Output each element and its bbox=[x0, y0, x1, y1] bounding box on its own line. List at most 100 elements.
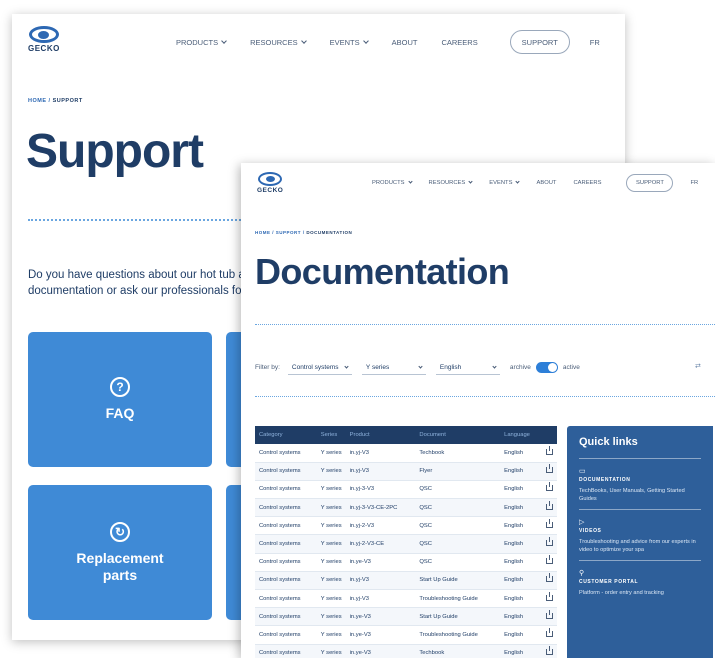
download-cell[interactable] bbox=[541, 444, 557, 463]
table-row[interactable]: Control systems Y series in.yj-2-V3 QSC Engl… bbox=[255, 516, 557, 536]
download-icon[interactable] bbox=[545, 464, 553, 474]
cell-document: Start Up Guide bbox=[415, 571, 501, 591]
table-row[interactable]: Control systems Y series in.yj-3-V3-CE-2PC… bbox=[255, 498, 557, 518]
cell-category: Control systems bbox=[255, 534, 317, 554]
breadcrumb-home[interactable]: HOME bbox=[28, 98, 47, 104]
chevron-down-icon bbox=[221, 37, 227, 44]
cell-category: Control systems bbox=[255, 462, 317, 481]
table-row[interactable]: Control systems Y series in.yj-V3 Flyer Engl… bbox=[255, 462, 557, 481]
cell-product: in.ye-V3 bbox=[345, 607, 416, 627]
replacement-parts-tile[interactable]: ↻ Replacement parts bbox=[28, 485, 212, 620]
quick-link-customer-portal[interactable]: ⚲ CUSTOMER PORTAL Platform - order entry… bbox=[579, 569, 701, 598]
download-cell[interactable] bbox=[541, 625, 557, 645]
cell-series: Y series bbox=[316, 607, 346, 627]
col-category[interactable]: Category bbox=[255, 426, 317, 444]
language-select[interactable]: English bbox=[435, 360, 500, 375]
cell-category: Control systems bbox=[255, 444, 317, 463]
gecko-logo[interactable]: GECKO bbox=[257, 172, 283, 194]
quick-links-title: Quick links bbox=[579, 436, 638, 448]
breadcrumb-home[interactable]: HOME bbox=[255, 230, 271, 235]
nav-products[interactable]: PRODUCTS bbox=[176, 37, 227, 47]
download-icon[interactable] bbox=[545, 627, 553, 637]
intro-text: Do you have questions about our hot tub … bbox=[28, 269, 257, 297]
cell-document: QSC bbox=[415, 534, 501, 554]
table-row[interactable]: Control systems Y series in.yj-V3 Troublesh… bbox=[255, 589, 557, 609]
nav-resources[interactable]: RESOURCES bbox=[250, 38, 307, 47]
chevron-down-icon bbox=[515, 179, 521, 184]
download-icon[interactable] bbox=[545, 646, 553, 656]
series-select[interactable]: Y series bbox=[361, 360, 426, 375]
quick-link-videos[interactable]: ▷ VIDEOS Troubleshooting and advice from… bbox=[579, 518, 701, 554]
language-switch[interactable]: FR bbox=[690, 180, 698, 186]
download-cell[interactable] bbox=[541, 516, 557, 536]
nav-careers[interactable]: CAREERS bbox=[441, 38, 477, 47]
col-product[interactable]: Product bbox=[345, 426, 416, 444]
nav-about[interactable]: ABOUT bbox=[392, 38, 418, 47]
breadcrumb-current: DOCUMENTATION bbox=[306, 230, 353, 235]
download-icon[interactable] bbox=[545, 591, 553, 601]
table-row[interactable]: Control systems Y series in.yj-V3 Start Up … bbox=[255, 571, 557, 591]
download-cell[interactable] bbox=[541, 589, 557, 609]
download-icon[interactable] bbox=[545, 445, 553, 455]
col-language[interactable]: Language bbox=[500, 426, 542, 444]
documents-table: Category Series Product Document Languag… bbox=[255, 426, 557, 658]
table-row[interactable]: Control systems Y series in.ye-V3 Start Up … bbox=[255, 607, 557, 627]
nav-resources[interactable]: RESOURCES bbox=[429, 179, 473, 186]
table-row[interactable]: Control systems Y series in.yj-V3 Techbook E… bbox=[255, 444, 557, 463]
col-document[interactable]: Document bbox=[415, 426, 501, 444]
download-icon[interactable] bbox=[545, 500, 553, 510]
cell-document: QSC bbox=[415, 553, 501, 572]
cell-language: English bbox=[500, 516, 542, 536]
brand-name: GECKO bbox=[257, 187, 284, 194]
cell-product: in.yj-V3 bbox=[345, 589, 416, 609]
table-row[interactable]: Control systems Y series in.ye-V3 Techbook E… bbox=[255, 644, 557, 658]
download-icon[interactable] bbox=[545, 555, 553, 565]
download-cell[interactable] bbox=[541, 498, 557, 518]
col-series[interactable]: Series bbox=[316, 426, 346, 444]
dotted-divider bbox=[255, 396, 715, 397]
category-select[interactable]: Control systems bbox=[287, 360, 352, 375]
toggle-knob bbox=[547, 363, 557, 372]
download-icon[interactable] bbox=[545, 537, 553, 547]
user-icon: ⚲ bbox=[579, 570, 585, 577]
support-button[interactable]: SUPPORT bbox=[626, 174, 674, 192]
cell-product: in.yj-2-V3 bbox=[345, 516, 416, 536]
main-nav: PRODUCTS RESOURCES EVENTS ABOUT CAREERS … bbox=[176, 30, 600, 54]
download-cell[interactable] bbox=[541, 480, 557, 500]
faq-tile[interactable]: ? FAQ bbox=[28, 332, 212, 467]
gecko-logo[interactable]: GECKO bbox=[28, 26, 60, 53]
support-button[interactable]: SUPPORT bbox=[509, 30, 570, 54]
table-row[interactable]: Control systems Y series in.yj-2-V3-CE QSC E… bbox=[255, 534, 557, 554]
download-cell[interactable] bbox=[541, 571, 557, 591]
cell-series: Y series bbox=[316, 534, 346, 554]
nav-careers[interactable]: CAREERS bbox=[573, 180, 601, 186]
nav-products[interactable]: PRODUCTS bbox=[372, 179, 413, 186]
download-cell[interactable] bbox=[541, 534, 557, 554]
download-icon[interactable] bbox=[545, 482, 553, 492]
main-nav: PRODUCTS RESOURCES EVENTS ABOUT CAREERS … bbox=[372, 174, 698, 192]
download-icon[interactable] bbox=[545, 609, 553, 619]
download-cell[interactable] bbox=[541, 607, 557, 627]
breadcrumb-support[interactable]: SUPPORT bbox=[276, 230, 301, 235]
download-cell[interactable] bbox=[541, 644, 557, 658]
archive-active-toggle[interactable] bbox=[535, 362, 558, 373]
chevron-down-icon bbox=[492, 363, 497, 369]
breadcrumb: HOME / SUPPORT bbox=[28, 98, 83, 104]
nav-events[interactable]: EVENTS bbox=[489, 179, 521, 186]
cell-product: in.yj-2-V3-CE bbox=[345, 534, 416, 554]
table-row[interactable]: Control systems Y series in.ye-V3 QSC Englis… bbox=[255, 553, 557, 572]
nav-about[interactable]: ABOUT bbox=[536, 180, 556, 186]
quick-link-documentation[interactable]: ▭ DOCUMENTATION TechBooks, User Manuals,… bbox=[579, 467, 701, 503]
cell-document: Techbook bbox=[415, 644, 501, 658]
download-icon[interactable] bbox=[545, 518, 553, 528]
download-icon[interactable] bbox=[545, 573, 553, 583]
chevron-down-icon bbox=[468, 179, 473, 184]
nav-events[interactable]: EVENTS bbox=[330, 38, 369, 47]
download-cell[interactable] bbox=[541, 553, 557, 572]
reset-filter-icon[interactable]: ⇄ bbox=[695, 362, 701, 370]
language-switch[interactable]: FR bbox=[590, 38, 600, 47]
table-row[interactable]: Control systems Y series in.ye-V3 Troublesh… bbox=[255, 625, 557, 645]
help-circle-icon: ? bbox=[110, 377, 130, 397]
download-cell[interactable] bbox=[541, 462, 557, 481]
table-row[interactable]: Control systems Y series in.yj-3-V3 QSC Engl… bbox=[255, 480, 557, 500]
